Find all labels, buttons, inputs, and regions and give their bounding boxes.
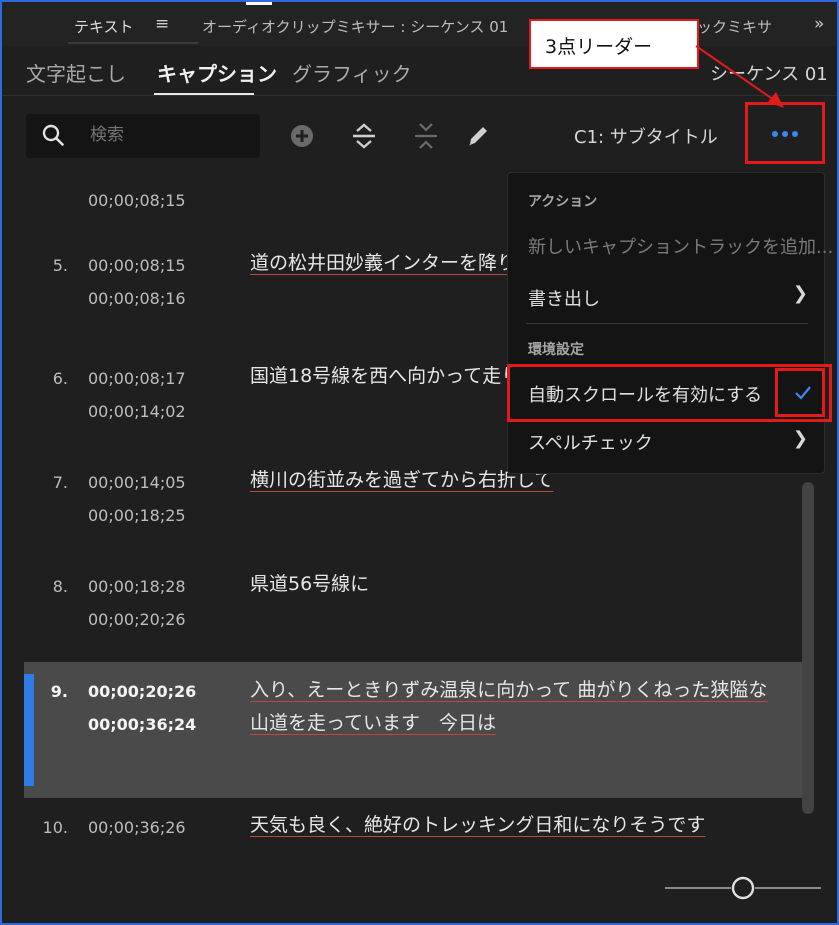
merge-caption-button[interactable] <box>410 120 442 152</box>
menu-section-action: アクション <box>528 194 598 210</box>
annotation-callout-text: 3点リーダー <box>545 36 653 58</box>
caption-text[interactable]: 県道56号線に <box>250 568 790 601</box>
menu-item-export[interactable]: 書き出し <box>528 285 600 311</box>
annotation-callout: 3点リーダー <box>529 19 699 69</box>
chevron-right-icon: ❯ <box>792 283 808 304</box>
zoom-slider-handle <box>731 876 755 900</box>
tab-captions[interactable]: キャプション <box>157 58 277 87</box>
caption-text[interactable]: 入り、えーときりずみ温泉に向かって 曲がりくねった狭隘な山道を走っています 今日… <box>250 674 780 740</box>
list-scrollbar[interactable] <box>802 482 814 814</box>
caption-row[interactable]: 8. 00;00;18;28 00;00;20;26 県道56号線に <box>24 569 802 659</box>
search-icon <box>42 124 64 146</box>
caption-text[interactable]: 天気も良く、絶好のトレッキング日和になりそうです <box>250 809 790 842</box>
add-caption-button[interactable] <box>286 120 318 152</box>
panel-menu-icon[interactable]: ≡ <box>155 14 169 34</box>
options-menu: アクション 新しいキャプショントラックを追加... 書き出し ❯ 環境設定 自動… <box>507 172 833 474</box>
caption-out-time: 00;00;14;02 <box>88 402 186 421</box>
caption-out-time: 00;00;18;25 <box>88 506 186 525</box>
caption-number: 9. <box>50 682 68 701</box>
caption-number: 6. <box>52 369 68 388</box>
caption-out-time: 00;00;08;16 <box>88 289 186 308</box>
caption-in-time: 00;00;36;26 <box>88 818 186 837</box>
edit-button[interactable] <box>462 120 494 152</box>
panel-tab-text[interactable]: テキスト <box>74 16 134 37</box>
more-tabs-icon[interactable]: » <box>814 14 824 34</box>
chevron-right-icon: ❯ <box>792 428 808 449</box>
panel-indicator <box>246 2 272 5</box>
active-tab-underline <box>154 93 254 95</box>
caption-in-time: 00;00;18;28 <box>88 577 186 596</box>
caption-in-time: 00;00;08;17 <box>88 369 186 388</box>
search-box[interactable] <box>26 114 260 158</box>
zoom-slider[interactable] <box>665 874 821 902</box>
menu-divider <box>526 323 808 324</box>
merge-caption-icon <box>415 123 437 149</box>
add-caption-icon <box>291 125 313 147</box>
annotation-highlight-checkmark <box>775 368 825 417</box>
tab-graphics[interactable]: グラフィック <box>292 58 412 87</box>
captions-panel: テキスト ≡ オーディオクリップミキサー : シーケンス 01 ックミキサ » … <box>0 0 839 925</box>
caption-out-time: 00;00;36;24 <box>88 715 197 734</box>
caption-in-time: 00;00;20;26 <box>88 682 197 701</box>
caption-number: 10. <box>42 818 68 837</box>
caption-in-time: 00;00;14;05 <box>88 473 186 492</box>
edit-icon <box>469 127 487 146</box>
caption-in-time: 00;00;08;15 <box>88 256 186 275</box>
caption-row[interactable]: 10. 00;00;36;26 天気も良く、絶好のトレッキング日和になりそうです <box>24 810 802 868</box>
menu-item-spell-check[interactable]: スペルチェック <box>528 429 653 455</box>
caption-number: 8. <box>52 577 68 596</box>
caption-track-label[interactable]: C1: サブタイトル <box>574 123 718 149</box>
split-caption-button[interactable] <box>348 120 380 152</box>
annotation-highlight-more-button <box>745 102 825 164</box>
tab-transcribe[interactable]: 文字起こし <box>26 58 126 87</box>
caption-out-time: 00;00;20;26 <box>88 610 186 629</box>
panel-tab-underline <box>68 42 198 44</box>
caption-row-selected[interactable]: 9. 00;00;20;26 00;00;36;24 入り、えーときりずみ温泉に… <box>24 662 802 798</box>
menu-item-add-caption-track: 新しいキャプショントラックを追加... <box>528 237 834 258</box>
caption-number: 7. <box>52 473 68 492</box>
menu-section-preferences: 環境設定 <box>528 342 584 358</box>
caption-number: 5. <box>52 256 68 275</box>
panel-tab-bar: テキスト ≡ オーディオクリップミキサー : シーケンス 01 ックミキサ » <box>2 2 837 46</box>
search-input[interactable] <box>90 125 250 145</box>
split-caption-icon <box>353 123 375 149</box>
caption-row[interactable]: 7. 00;00;14;05 00;00;18;25 横川の街並みを過ぎてから右… <box>24 465 802 555</box>
caption-out-time: 00;00;08;15 <box>88 191 186 210</box>
panel-tab-audio-clip-mixer[interactable]: オーディオクリップミキサー : シーケンス 01 <box>202 16 508 37</box>
panel-tab-track-mixer[interactable]: ックミキサ <box>697 16 779 37</box>
